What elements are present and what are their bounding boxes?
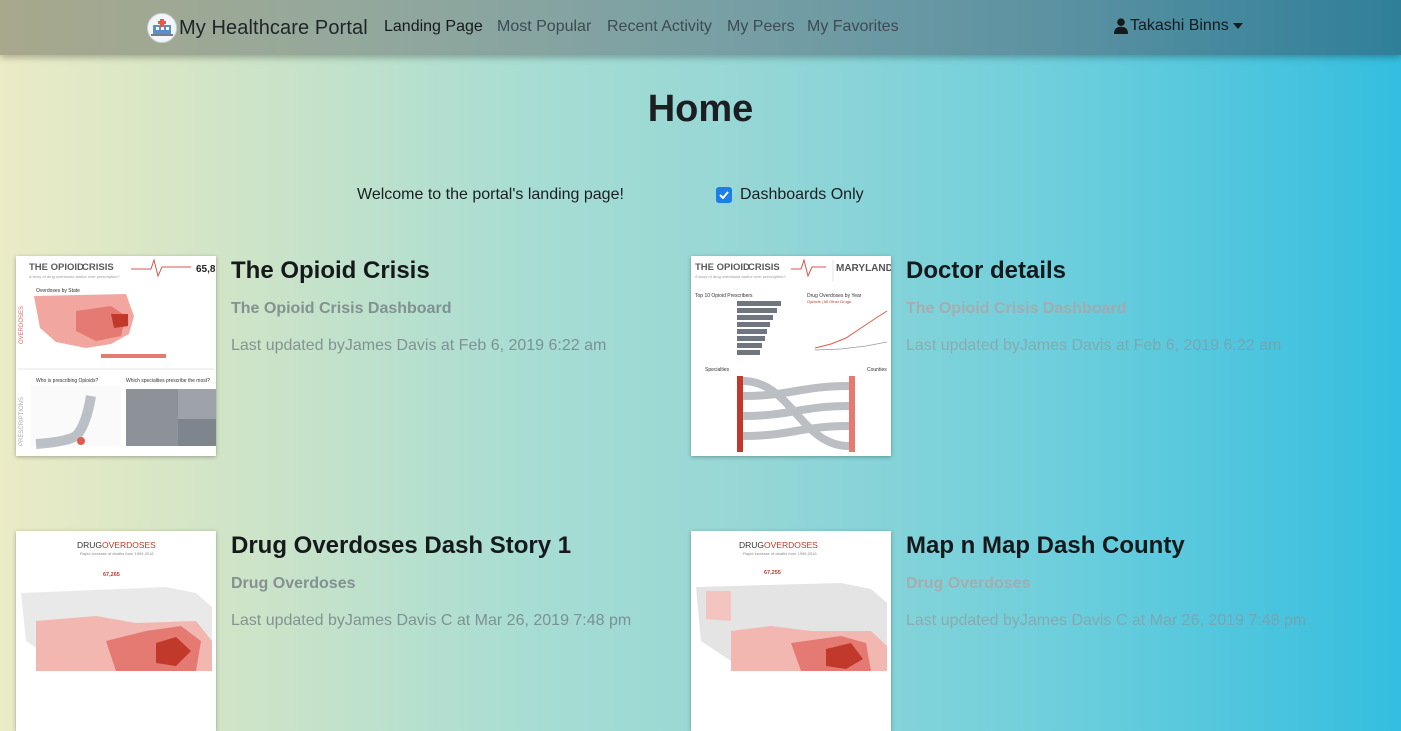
thumb-heading-a: THE OPIOID xyxy=(29,262,84,273)
svg-text:Overdoses by State: Overdoses by State xyxy=(36,288,80,294)
top-navbar: My Healthcare Portal Landing Page Most P… xyxy=(0,0,1401,55)
svg-text:Specialties: Specialties xyxy=(705,367,730,373)
nav-landing-page[interactable]: Landing Page xyxy=(384,18,483,36)
svg-text:Opioids | All Other Drugs: Opioids | All Other Drugs xyxy=(807,299,851,304)
card-meta: Last updated byJames Davis C at Mar 26, … xyxy=(231,612,632,629)
svg-text:Rapid increase of deaths from: Rapid increase of deaths from 1999-2016 xyxy=(743,551,817,556)
welcome-message: Welcome to the portal's landing page! xyxy=(357,186,624,203)
dashboards-only-checkbox[interactable] xyxy=(716,187,732,203)
card-meta: Last updated byJames Davis at Feb 6, 201… xyxy=(231,337,607,354)
svg-text:PRESCRIPTIONS: PRESCRIPTIONS xyxy=(19,397,25,446)
svg-text:THE OPIOID: THE OPIOID xyxy=(695,262,750,273)
svg-text:Which specialties prescribe th: Which specialties prescribe the most? xyxy=(126,378,210,384)
svg-text:Who is prescribing Opioids?: Who is prescribing Opioids? xyxy=(36,378,98,384)
svg-text:A story of drug overdoses and/: A story of drug overdoses and/or over pr… xyxy=(29,274,120,279)
brand-name: My Healthcare Portal xyxy=(179,16,368,39)
nav-most-popular[interactable]: Most Popular xyxy=(497,18,591,36)
card-subtitle: The Opioid Crisis Dashboard xyxy=(906,300,1127,317)
chevron-down-icon xyxy=(1232,23,1243,29)
dashboards-only-label: Dashboards Only xyxy=(740,186,864,203)
dashboard-thumbnail[interactable]: DRUG OVERDOSES Rapid increase of deaths … xyxy=(16,531,216,731)
svg-text:OVERDOSES: OVERDOSES xyxy=(102,540,156,550)
card-title[interactable]: Map n Map Dash County xyxy=(906,532,1185,560)
card-subtitle: The Opioid Crisis Dashboard xyxy=(231,300,452,317)
user-icon xyxy=(1114,18,1128,34)
svg-text:67,255: 67,255 xyxy=(764,570,781,576)
card-meta: Last updated byJames Davis at Feb 6, 201… xyxy=(906,337,1282,354)
card-title[interactable]: Doctor details xyxy=(906,257,1066,285)
svg-text:Rapid increase of deaths from: Rapid increase of deaths from 1999-2016 xyxy=(80,551,154,556)
nav-my-favorites[interactable]: My Favorites xyxy=(807,18,899,36)
svg-text:CRISIS: CRISIS xyxy=(748,262,780,273)
svg-text:DRUG: DRUG xyxy=(77,540,102,550)
card-title[interactable]: Drug Overdoses Dash Story 1 xyxy=(231,532,571,560)
brand-link[interactable]: My Healthcare Portal xyxy=(147,13,368,43)
card-meta: Last updated byJames Davis C at Mar 26, … xyxy=(906,612,1307,629)
svg-text:67,265: 67,265 xyxy=(103,572,120,578)
card-subtitle: Drug Overdoses xyxy=(906,575,1031,592)
svg-text:A story of drug overdoses and/: A story of drug overdoses and/or over pr… xyxy=(695,274,786,279)
user-menu-dropdown[interactable]: Takashi Binns xyxy=(1114,17,1243,35)
dashboard-thumbnail[interactable]: THE OPIOID CRISIS A story of drug overdo… xyxy=(691,256,891,456)
dashboard-thumbnail[interactable]: THE OPIOID CRISIS A story of drug overdo… xyxy=(16,256,216,456)
card-title[interactable]: The Opioid Crisis xyxy=(231,257,430,285)
dashboards-only-filter[interactable]: Dashboards Only xyxy=(716,186,864,204)
card-subtitle: Drug Overdoses xyxy=(231,575,356,592)
hospital-logo-icon xyxy=(147,13,177,43)
checkmark-icon xyxy=(719,191,729,199)
thumb-heading-b: CRISIS xyxy=(82,262,114,273)
nav-my-peers[interactable]: My Peers xyxy=(727,18,795,36)
svg-text:OVERDOSES: OVERDOSES xyxy=(764,540,818,550)
svg-text:OVERDOSES: OVERDOSES xyxy=(19,306,25,344)
svg-text:Top 10 Opioid Prescribers: Top 10 Opioid Prescribers xyxy=(695,293,753,299)
user-name: Takashi Binns xyxy=(1130,17,1229,34)
svg-text:DRUG: DRUG xyxy=(739,540,764,550)
svg-text:MARYLAND: MARYLAND xyxy=(836,263,891,274)
dashboard-thumbnail[interactable]: DRUG OVERDOSES Rapid increase of deaths … xyxy=(691,531,891,731)
svg-text:Counties: Counties xyxy=(867,367,887,373)
page-title: Home xyxy=(647,88,754,130)
nav-recent-activity[interactable]: Recent Activity xyxy=(607,18,712,36)
svg-text:65,8: 65,8 xyxy=(196,264,216,275)
